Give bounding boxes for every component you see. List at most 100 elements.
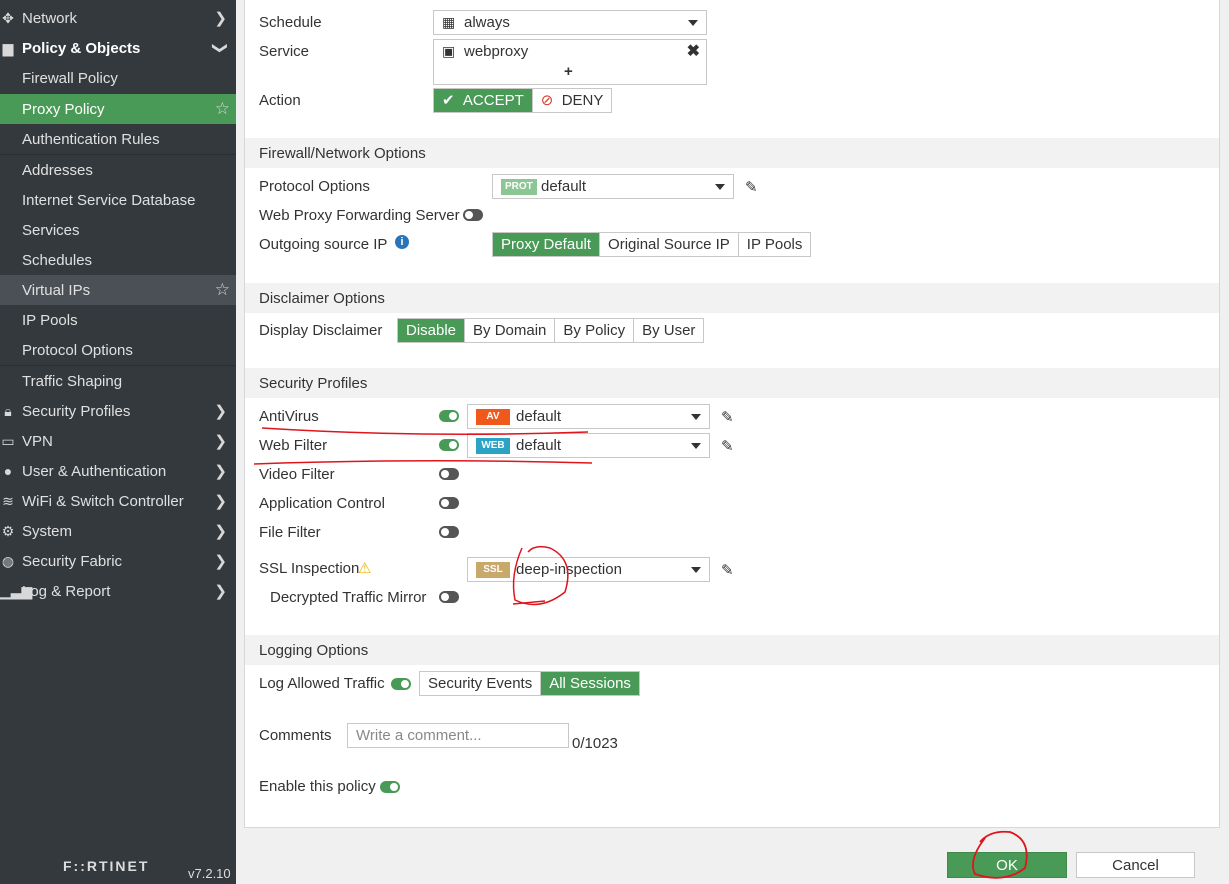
chevron-down-icon: ❯ <box>211 41 229 55</box>
chevron-right-icon: ❯ <box>214 523 227 540</box>
comments-textarea[interactable]: Write a comment... <box>347 723 569 748</box>
web-filter-select[interactable]: WEB default <box>467 433 710 458</box>
nav-log-report[interactable]: ▁▃▆ Log & Report ❯ <box>0 576 236 606</box>
info-icon[interactable]: i <box>395 235 409 249</box>
nav-network[interactable]: ✥ Network ❯ <box>0 3 236 33</box>
remove-service-icon[interactable]: ✖ <box>687 41 700 61</box>
edit-pencil-icon[interactable]: ✎ <box>721 408 734 426</box>
by-domain-option[interactable]: By Domain <box>465 319 556 342</box>
nav-protocol-options[interactable]: Protocol Options <box>0 335 236 365</box>
ip-pools-option[interactable]: IP Pools <box>738 233 811 256</box>
nav-traffic-shaping[interactable]: Traffic Shaping <box>0 366 236 396</box>
chevron-right-icon: ❯ <box>214 403 227 420</box>
accept-option[interactable]: ✔ ACCEPT <box>434 89 533 112</box>
user-icon: ● <box>3 463 13 479</box>
forwarding-server-toggle[interactable] <box>463 209 483 221</box>
section-security-profiles: Security Profiles <box>245 368 1219 398</box>
all-sessions-option[interactable]: All Sessions <box>541 672 639 695</box>
ssl-inspection-select[interactable]: SSL deep-inspection <box>467 557 710 582</box>
enable-policy-label: Enable this policy <box>259 778 376 795</box>
outgoing-ip-toggle-group: Proxy Default Original Source IP IP Pool… <box>492 232 812 257</box>
security-events-option[interactable]: Security Events <box>420 672 542 695</box>
enable-policy-toggle[interactable] <box>380 781 400 793</box>
file-filter-toggle[interactable] <box>439 526 459 538</box>
deny-circle-icon: ⊘ <box>540 92 554 109</box>
display-disclaimer-toggle-group: Disable By Domain By Policy By User <box>397 318 705 343</box>
ok-button[interactable]: OK <box>947 852 1067 878</box>
chevron-right-icon: ❯ <box>214 553 227 570</box>
nav-user-authentication[interactable]: ● User & Authentication ❯ <box>0 456 236 486</box>
nav-internet-service-database[interactable]: Internet Service Database <box>0 185 236 215</box>
video-filter-label: Video Filter <box>259 466 335 483</box>
chevron-right-icon: ❯ <box>214 10 227 27</box>
nav-security-profiles[interactable]: 🔒︎ Security Profiles ❯ <box>0 396 236 426</box>
favorite-star-icon[interactable]: ☆ <box>215 99 230 119</box>
dropdown-caret-icon <box>691 443 701 449</box>
antivirus-select[interactable]: AV default <box>467 404 710 429</box>
nav-services[interactable]: Services <box>0 215 236 245</box>
cancel-button[interactable]: Cancel <box>1076 852 1195 878</box>
log-allowed-label: Log Allowed Traffic <box>259 675 385 692</box>
nav-authentication-rules[interactable]: Authentication Rules <box>0 124 236 154</box>
edit-pencil-icon[interactable]: ✎ <box>721 561 734 579</box>
deny-option[interactable]: ⊘ DENY <box>532 89 612 112</box>
ssl-inspection-label: SSL Inspection <box>259 560 360 577</box>
action-label: Action <box>259 92 301 109</box>
fabric-icon: ◍ <box>1 553 15 569</box>
nav-proxy-policy[interactable]: Proxy Policy ☆ <box>0 94 236 124</box>
proxy-default-option[interactable]: Proxy Default <box>493 233 601 256</box>
dropdown-caret-icon <box>691 567 701 573</box>
log-allowed-toggle-group: Security Events All Sessions <box>419 671 640 696</box>
original-source-ip-option[interactable]: Original Source IP <box>600 233 739 256</box>
section-firewall-network: Firewall/Network Options <box>245 138 1219 168</box>
action-toggle-group: ✔ ACCEPT ⊘ DENY <box>433 88 613 113</box>
nav-wifi-switch-controller[interactable]: ≋ WiFi & Switch Controller ❯ <box>0 486 236 516</box>
antivirus-label: AntiVirus <box>259 408 319 425</box>
nav-vpn[interactable]: ▭ VPN ❯ <box>0 426 236 456</box>
nav-schedules[interactable]: Schedules <box>0 245 236 275</box>
edit-pencil-icon[interactable]: ✎ <box>721 437 734 455</box>
nav-system[interactable]: ⚙ System ❯ <box>0 516 236 546</box>
decrypted-mirror-label: Decrypted Traffic Mirror <box>270 589 427 606</box>
chart-icon: ▁▃▆ <box>0 583 33 599</box>
application-control-toggle[interactable] <box>439 497 459 509</box>
service-label: Service <box>259 43 310 60</box>
sidebar: ✥ Network ❯ ▆ Policy & Objects ❯ Firewal… <box>0 0 236 884</box>
schedule-label: Schedule <box>259 14 322 31</box>
by-user-option[interactable]: By User <box>634 319 704 342</box>
comments-placeholder: Write a comment... <box>356 727 482 744</box>
disable-option[interactable]: Disable <box>398 319 466 342</box>
nav-ip-pools[interactable]: IP Pools <box>0 305 236 335</box>
web-filter-label: Web Filter <box>259 437 328 454</box>
dropdown-caret-icon <box>691 414 701 420</box>
edit-pencil-icon[interactable]: ✎ <box>745 178 758 196</box>
service-monitor-icon: ▣ <box>442 43 456 59</box>
protocol-options-select[interactable]: PROT default <box>492 174 734 199</box>
check-icon: ✔ <box>442 92 455 109</box>
service-field[interactable]: ▣ webproxy ✖ + <box>433 39 707 85</box>
gear-icon: ⚙ <box>1 523 15 539</box>
nav-addresses[interactable]: Addresses <box>0 155 236 185</box>
add-service-icon[interactable]: + <box>564 63 573 80</box>
outgoing-ip-label: Outgoing source IP <box>259 236 388 253</box>
chevron-right-icon: ❯ <box>214 463 227 480</box>
video-filter-toggle[interactable] <box>439 468 459 480</box>
chevron-right-icon: ❯ <box>214 583 227 600</box>
nav-virtual-ips[interactable]: Virtual IPs ☆ <box>0 275 236 305</box>
decrypted-mirror-toggle[interactable] <box>439 591 459 603</box>
av-badge: AV <box>476 409 510 425</box>
dropdown-caret-icon <box>688 20 698 26</box>
favorite-star-icon[interactable]: ☆ <box>215 280 230 300</box>
nav-firewall-policy[interactable]: Firewall Policy <box>0 63 236 93</box>
calendar-icon: ▦ <box>442 14 456 30</box>
antivirus-toggle[interactable] <box>439 410 459 422</box>
nav-policy-objects[interactable]: ▆ Policy & Objects ❯ <box>0 33 236 63</box>
web-filter-toggle[interactable] <box>439 439 459 451</box>
schedule-select[interactable]: ▦ always <box>433 10 707 35</box>
wifi-icon: ≋ <box>2 493 14 509</box>
log-allowed-toggle[interactable] <box>391 678 411 690</box>
nav-security-fabric[interactable]: ◍ Security Fabric ❯ <box>0 546 236 576</box>
by-policy-option[interactable]: By Policy <box>555 319 635 342</box>
display-disclaimer-label: Display Disclaimer <box>259 322 383 339</box>
application-control-label: Application Control <box>259 495 385 512</box>
